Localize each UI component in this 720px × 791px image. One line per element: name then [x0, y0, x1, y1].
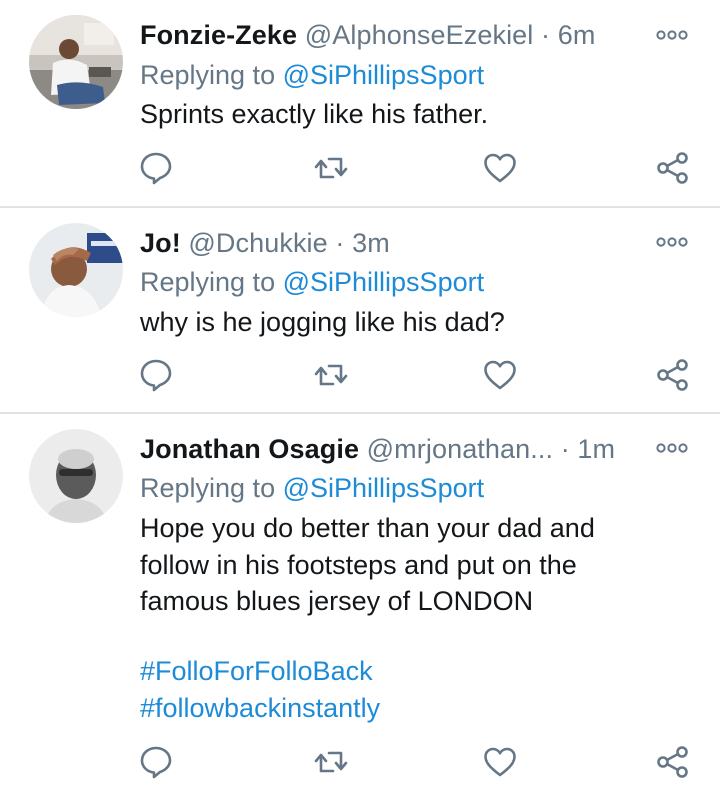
- separator-dot: ·: [335, 228, 345, 258]
- avatar[interactable]: [29, 223, 123, 317]
- retweet-icon: [314, 157, 348, 179]
- reply-icon: [140, 746, 172, 779]
- like-icon: [484, 153, 516, 183]
- reply-icon: [140, 359, 172, 392]
- tweet-card[interactable]: Fonzie-Zeke @AlphonseEzekiel · 6m Replyi…: [0, 0, 720, 207]
- tweet-header: Jonathan Osagie @mrjonathan... · 1m: [140, 433, 615, 465]
- share-icon: [657, 359, 688, 391]
- retweet-button[interactable]: [313, 150, 349, 186]
- tweet-card[interactable]: Jo! @Dchukkie · 3m Replying to @SiPhilli…: [0, 207, 720, 413]
- share-button[interactable]: [655, 150, 691, 186]
- timestamp[interactable]: 1m: [577, 434, 615, 464]
- share-icon: [657, 746, 688, 778]
- tweet-header: Jo! @Dchukkie · 3m: [140, 227, 390, 259]
- more-options-icon[interactable]: [654, 234, 690, 250]
- reply-button[interactable]: [138, 150, 174, 186]
- tweet-card[interactable]: Jonathan Osagie @mrjonathan... · 1m Repl…: [0, 413, 720, 791]
- tweet-text: why is he jogging like his dad?: [140, 304, 505, 341]
- tweet-text: Hope you do better than your dad and fol…: [140, 510, 595, 620]
- like-icon: [484, 747, 516, 777]
- tweet-text-line: Hope you do better than your dad and: [140, 513, 595, 543]
- retweet-button[interactable]: [313, 357, 349, 393]
- avatar[interactable]: [29, 429, 123, 523]
- timestamp[interactable]: 6m: [558, 20, 596, 50]
- user-handle[interactable]: @mrjonathan...: [367, 434, 553, 464]
- avatar[interactable]: [29, 15, 123, 109]
- reply-button[interactable]: [138, 744, 174, 780]
- tweet-text-line: Sprints exactly like his father.: [140, 99, 489, 129]
- like-icon: [484, 360, 516, 390]
- like-button[interactable]: [482, 357, 518, 393]
- replying-to-mention[interactable]: @SiPhillipsSport: [283, 267, 485, 297]
- tweet-actions: [0, 357, 720, 393]
- like-button[interactable]: [482, 150, 518, 186]
- tweet-actions: [0, 744, 720, 780]
- reply-icon: [140, 152, 172, 185]
- hashtag-link[interactable]: #followbackinstantly: [140, 690, 380, 726]
- replying-to-mention[interactable]: @SiPhillipsSport: [283, 60, 485, 90]
- share-button[interactable]: [655, 357, 691, 393]
- user-avatar-photo-icon: [29, 15, 123, 109]
- user-handle[interactable]: @AlphonseEzekiel: [305, 20, 534, 50]
- more-options-icon[interactable]: [654, 27, 690, 43]
- tweet-text-line: follow in his footsteps and put on the: [140, 549, 577, 580]
- tweet-text: Sprints exactly like his father.: [140, 96, 488, 133]
- replying-to-line: Replying to @SiPhillipsSport: [140, 472, 484, 504]
- tweet-text-line: why is he jogging like his dad?: [140, 307, 505, 337]
- replying-to-mention[interactable]: @SiPhillipsSport: [283, 473, 485, 503]
- replying-to-line: Replying to @SiPhillipsSport: [140, 266, 484, 298]
- share-button[interactable]: [655, 744, 691, 780]
- user-handle[interactable]: @Dchukkie: [188, 228, 327, 258]
- retweet-button[interactable]: [313, 744, 349, 780]
- tweet-actions: [0, 150, 720, 186]
- user-avatar-photo-icon: [29, 429, 123, 523]
- tweet-text-line: famous blues jersey of LONDON: [140, 586, 534, 616]
- display-name[interactable]: Jonathan Osagie: [140, 434, 359, 464]
- share-icon: [657, 152, 688, 184]
- replying-to-line: Replying to @SiPhillipsSport: [140, 59, 484, 91]
- separator-dot: ·: [541, 20, 551, 50]
- more-options-icon[interactable]: [654, 440, 690, 456]
- retweet-icon: [314, 364, 348, 386]
- timestamp[interactable]: 3m: [352, 228, 390, 258]
- replying-to-label: Replying to: [140, 267, 276, 297]
- replying-to-label: Replying to: [140, 473, 276, 503]
- hashtag-link[interactable]: #FolloForFolloBack: [140, 653, 373, 689]
- user-avatar-photo-icon: [29, 223, 123, 317]
- replying-to-label: Replying to: [140, 60, 276, 90]
- reply-button[interactable]: [138, 357, 174, 393]
- retweet-icon: [314, 751, 348, 773]
- display-name[interactable]: Fonzie-Zeke: [140, 20, 297, 50]
- like-button[interactable]: [482, 744, 518, 780]
- display-name[interactable]: Jo!: [140, 228, 181, 258]
- tweet-header: Fonzie-Zeke @AlphonseEzekiel · 6m: [140, 19, 595, 51]
- separator-dot: ·: [560, 434, 570, 464]
